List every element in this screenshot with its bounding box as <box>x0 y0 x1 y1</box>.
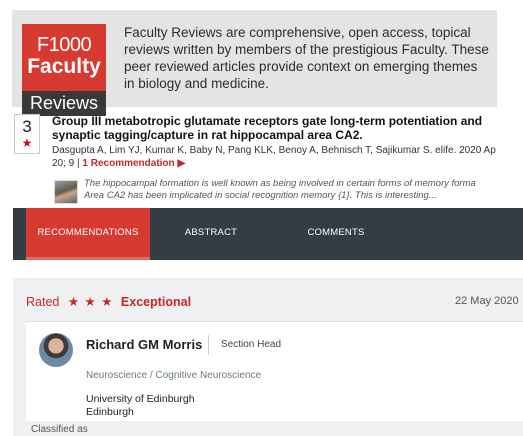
abstract-snippet: The hippocampal formation is well known … <box>84 178 523 202</box>
article-meta: 20; 9 | 1 Recommendation ▶ <box>52 157 185 170</box>
recommendation-link-label[interactable]: 1 Recommendation <box>82 158 174 169</box>
f1000-faculty-reviews-logo[interactable]: F1000 Faculty Reviews <box>22 24 106 116</box>
divider <box>208 335 209 355</box>
abstract-snippet-line-2: Area CA2 has been implicated in social r… <box>84 190 437 201</box>
tab-abstract[interactable]: ABSTRACT <box>171 208 251 260</box>
rank-badge: 3 ★ <box>14 114 40 154</box>
rating-stars-icon: ★ ★ ★ <box>67 295 114 309</box>
rating-value: Exceptional <box>120 295 192 309</box>
reviewer-name[interactable]: Richard GM Morris <box>86 337 202 352</box>
rank-number: 3 <box>22 117 32 136</box>
logo-f1000-text: F1000 <box>36 34 92 56</box>
reviewer-affiliation: University of Edinburgh <box>86 393 195 405</box>
reviewer-field[interactable]: Neuroscience / Cognitive Neuroscience <box>86 370 261 381</box>
logo-faculty-text: Faculty <box>27 55 101 78</box>
article-title[interactable]: Group III metabotropic glutamate recepto… <box>52 114 523 142</box>
article-title-line-1[interactable]: Group III metabotropic glutamate recepto… <box>52 114 523 128</box>
abstract-snippet-line-1: The hippocampal formation is well known … <box>84 178 476 189</box>
reviewer-city: Edinburgh <box>86 406 134 418</box>
rating-line: Rated ★ ★ ★ Exceptional <box>26 294 191 310</box>
tab-bar: RECOMMENDATIONS ABSTRACT COMMENTS <box>13 208 523 260</box>
recommendation-link[interactable]: 1 Recommendation ▶ <box>82 158 185 169</box>
play-arrow-icon: ▶ <box>177 158 186 169</box>
faculty-reviews-banner: F1000 Faculty Reviews Faculty Reviews ar… <box>12 10 497 116</box>
article-title-line-2[interactable]: synaptic tagging/capture in rat hippocam… <box>52 128 523 142</box>
avatar[interactable] <box>39 333 73 367</box>
tab-comments[interactable]: COMMENTS <box>291 208 381 260</box>
reviewer-role: Section Head <box>221 339 282 350</box>
article-authors: Dasgupta A, Lim YJ, Kumar K, Baby N, Pan… <box>52 145 496 156</box>
recommendation-date: 22 May 2020 <box>455 295 519 307</box>
article-volume: 20; 9 | <box>52 158 80 169</box>
banner-description: Faculty Reviews are comprehensive, open … <box>124 25 489 91</box>
rated-label: Rated <box>26 295 60 309</box>
recommender-thumbnail[interactable] <box>54 180 78 204</box>
logo-reviews-text: Reviews <box>22 91 106 116</box>
classified-as-label: Classified as <box>31 424 88 435</box>
star-icon: ★ <box>21 136 33 150</box>
tab-recommendations[interactable]: RECOMMENDATIONS <box>26 208 150 260</box>
